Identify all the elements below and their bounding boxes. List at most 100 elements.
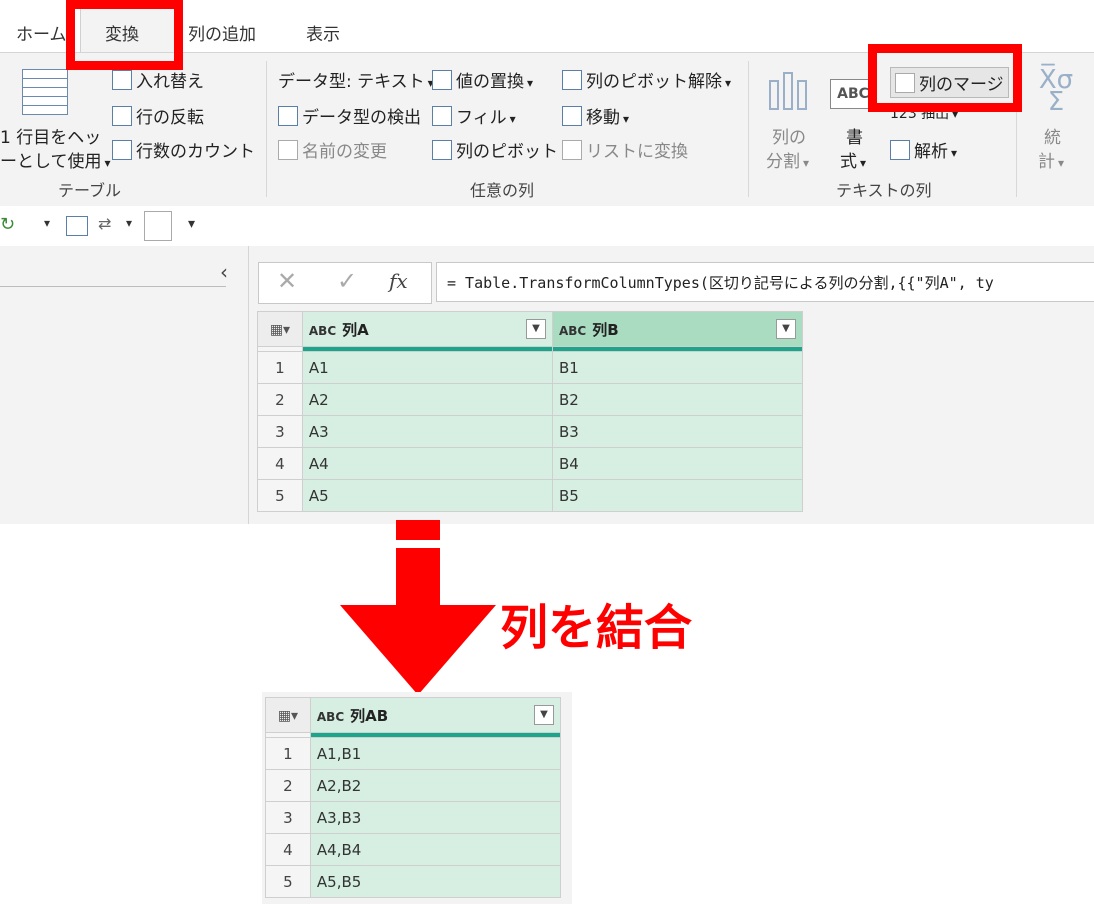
formula-input[interactable]: = Table.TransformColumnTypes(区切り記号による列の分… xyxy=(436,262,1094,302)
collapse-pane-icon[interactable]: ‹ xyxy=(220,260,228,284)
list-icon xyxy=(562,140,582,160)
row-number: 2 xyxy=(265,769,311,802)
column-header-b[interactable]: ABC 列B ▼ xyxy=(551,311,804,347)
detect-data-type-button[interactable]: データ型の検出 xyxy=(278,103,421,128)
filter-dropdown-icon[interactable]: ▼ xyxy=(534,705,554,725)
group-label-table: テーブル xyxy=(58,181,122,200)
pivot-column-button[interactable]: 列のピボット xyxy=(432,137,558,162)
chevron-down-icon: ▾ xyxy=(725,76,732,90)
highlight-transform-tab xyxy=(66,0,183,70)
table-menu-button[interactable]: ▦▾ xyxy=(257,311,303,347)
table-cell[interactable]: A3,B3 xyxy=(309,801,562,834)
table-cell[interactable]: B4 xyxy=(551,447,804,480)
detect-type-label: データ型の検出 xyxy=(302,108,421,128)
reverse-rows-label: 行の反転 xyxy=(136,108,204,128)
table-icon: ▦▾ xyxy=(269,322,291,338)
table-cell[interactable]: A4,B4 xyxy=(309,833,562,866)
table-menu-button[interactable]: ▦▾ xyxy=(265,697,311,733)
count-rows-button[interactable]: 行数のカウント xyxy=(112,137,255,162)
use-first-row-as-header-button-line2[interactable]: ーとして使用 ▾ xyxy=(0,147,111,172)
abc-type-icon[interactable]: ABC xyxy=(559,324,586,338)
transpose-button[interactable]: 入れ替え xyxy=(112,67,204,92)
split-column-button[interactable]: 分割 ▾ xyxy=(766,147,809,172)
table-cell[interactable]: A2,B2 xyxy=(309,769,562,802)
stats-button[interactable]: 計 ▾ xyxy=(1038,147,1064,172)
table-icon: ▦▾ xyxy=(277,708,299,724)
new-step-icon[interactable] xyxy=(144,211,172,241)
table-row: 5 A5 B5 xyxy=(257,479,804,512)
table-cell[interactable]: A1,B1 xyxy=(309,737,562,770)
chevron-down-icon[interactable]: ▾ xyxy=(126,216,132,230)
format-label-2: 式 xyxy=(840,152,857,172)
rename-button[interactable]: 名前の変更 xyxy=(278,137,387,162)
convert-to-list-button[interactable]: リストに変換 xyxy=(562,137,688,162)
use-first-row-label-2: ーとして使用 xyxy=(0,152,102,172)
table-row: 2 A2 B2 xyxy=(257,383,804,416)
table-row: 3 A3 B3 xyxy=(257,415,804,448)
row-number: 4 xyxy=(257,447,303,480)
data-type-icon[interactable] xyxy=(66,216,88,236)
row-number: 5 xyxy=(265,865,311,898)
rename-label: 名前の変更 xyxy=(302,142,387,162)
sort-icon[interactable]: ⇄ xyxy=(98,214,111,233)
column-name: 列A xyxy=(342,320,369,339)
move-label: 移動 xyxy=(586,108,620,128)
chevron-down-icon[interactable]: ▾ xyxy=(44,216,50,230)
parse-dropdown[interactable]: 解析 ▾ xyxy=(890,137,957,162)
table-row: 4 A4,B4 xyxy=(265,833,562,866)
replace-values-dropdown[interactable]: 値の置換 ▾ xyxy=(432,67,533,92)
fx-icon[interactable]: fx xyxy=(389,269,408,293)
abc-type-icon[interactable]: ABC xyxy=(317,710,344,724)
annotation-label: 列を結合 xyxy=(500,600,693,656)
use-first-row-as-header-button[interactable]: 1 行目をヘッ xyxy=(0,123,101,148)
customize-toolbar-icon[interactable]: ▾ xyxy=(188,216,195,232)
tab-add-column[interactable]: 列の追加 xyxy=(188,20,256,45)
format-label-1[interactable]: 書 xyxy=(846,123,863,148)
column-header-ab[interactable]: ABC 列AB ▼ xyxy=(309,697,562,733)
table-row: 4 A4 B4 xyxy=(257,447,804,480)
cancel-icon[interactable]: ✕ xyxy=(277,267,297,295)
filter-dropdown-icon[interactable]: ▼ xyxy=(776,319,796,339)
table-cell[interactable]: B2 xyxy=(551,383,804,416)
chevron-down-icon: ▾ xyxy=(527,76,534,90)
abc-type-icon[interactable]: ABC xyxy=(309,324,336,338)
reverse-rows-button[interactable]: 行の反転 xyxy=(112,103,204,128)
tab-view[interactable]: 表示 xyxy=(306,20,340,45)
table-cell[interactable]: A3 xyxy=(301,415,553,448)
table-cell[interactable]: A5 xyxy=(301,479,553,512)
table-row: 1 A1,B1 xyxy=(265,737,562,770)
table-cell[interactable]: B5 xyxy=(551,479,804,512)
stats-label-1[interactable]: 統 xyxy=(1044,123,1061,148)
fill-dropdown[interactable]: フィル ▾ xyxy=(432,103,516,128)
row-number: 1 xyxy=(257,351,303,384)
table-cell[interactable]: B3 xyxy=(551,415,804,448)
pivot-label: 列のピボット xyxy=(456,142,558,162)
format-button[interactable]: 式 ▾ xyxy=(840,147,866,172)
unpivot-columns-dropdown[interactable]: 列のピボット解除 ▾ xyxy=(562,67,731,92)
table-cell[interactable]: A5,B5 xyxy=(309,865,562,898)
use-first-row-label-1: 1 行目をヘッ xyxy=(0,128,102,148)
check-icon[interactable]: ✓ xyxy=(337,267,357,295)
filter-dropdown-icon[interactable]: ▼ xyxy=(525,319,546,339)
split-column-label-1[interactable]: 列の xyxy=(772,123,806,148)
row-number: 3 xyxy=(265,801,311,834)
split-column-icon xyxy=(768,71,808,111)
table-cell[interactable]: A4 xyxy=(301,447,553,480)
tab-home[interactable]: ホーム xyxy=(16,20,67,45)
after-table: ▦▾ ABC 列AB ▼ 1 A1,B1 2 A2,B2 3 A3,B3 4 A4,B4 … xyxy=(265,697,562,898)
formula-controls: ✕ ✓ fx xyxy=(258,262,432,304)
row-number: 2 xyxy=(257,383,303,416)
sigma-icon: X̅σ Σ xyxy=(1038,65,1074,117)
data-type-dropdown[interactable]: データ型: テキスト ▾ xyxy=(278,67,434,92)
column-header-a[interactable]: ABC 列A ▼ xyxy=(301,311,553,347)
count-rows-icon xyxy=(112,140,132,160)
table-cell[interactable]: A1 xyxy=(301,351,553,384)
chevron-down-icon: ▾ xyxy=(860,156,867,170)
table-cell[interactable]: A2 xyxy=(301,383,553,416)
row-number: 4 xyxy=(265,833,311,866)
move-dropdown[interactable]: 移動 ▾ xyxy=(562,103,629,128)
highlight-merge-columns xyxy=(868,44,1022,112)
refresh-icon[interactable]: ↻ xyxy=(0,214,15,235)
table-cell[interactable]: B1 xyxy=(551,351,804,384)
chevron-down-icon: ▾ xyxy=(1058,156,1065,170)
